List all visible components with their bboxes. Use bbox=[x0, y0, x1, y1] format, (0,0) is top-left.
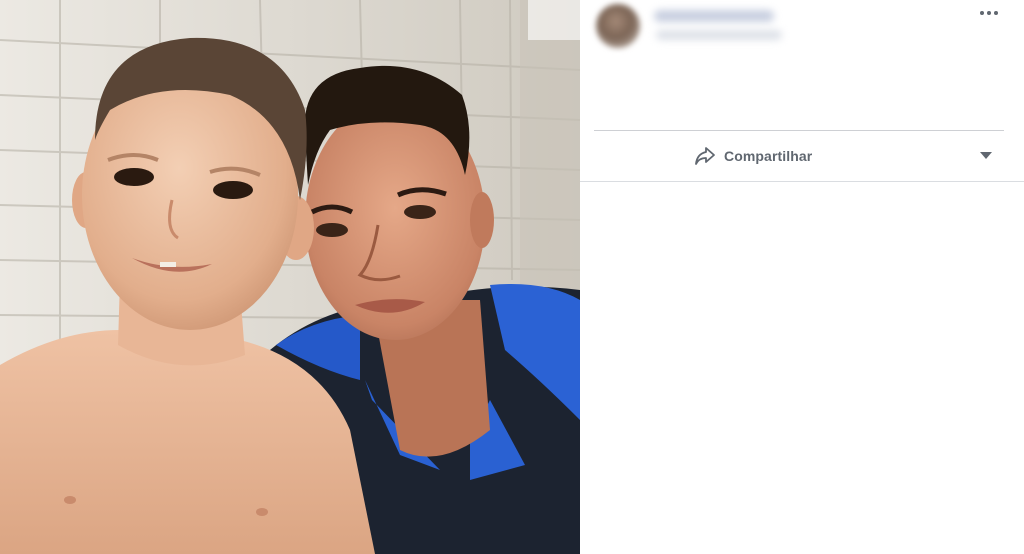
author-name-blurred[interactable] bbox=[654, 10, 774, 22]
selfie-photo bbox=[0, 0, 580, 554]
avatar[interactable] bbox=[596, 4, 640, 48]
more-options-button[interactable] bbox=[978, 6, 1000, 20]
post-actions-bar: Compartilhar bbox=[580, 131, 1024, 181]
more-horizontal-icon bbox=[980, 11, 984, 15]
share-label: Compartilhar bbox=[724, 148, 813, 164]
post-header bbox=[580, 0, 1024, 60]
more-horizontal-icon-dot bbox=[987, 11, 991, 15]
share-button[interactable]: Compartilhar bbox=[694, 144, 812, 168]
more-horizontal-icon-dot bbox=[994, 11, 998, 15]
share-arrow-icon bbox=[695, 147, 715, 165]
divider bbox=[580, 181, 1024, 182]
caret-down-icon[interactable] bbox=[980, 152, 992, 159]
post-photo[interactable] bbox=[0, 0, 580, 554]
post-details-pane: Compartilhar bbox=[580, 0, 1024, 554]
post-meta-blurred bbox=[656, 30, 782, 40]
